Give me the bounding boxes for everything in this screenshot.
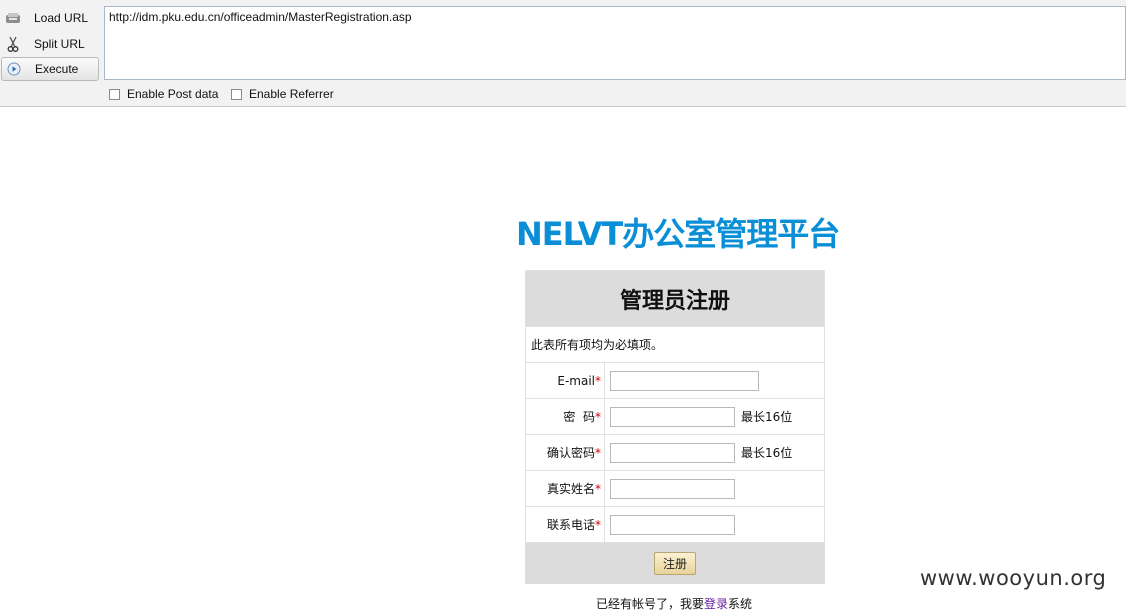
- enable-referrer-checkbox[interactable]: [231, 88, 242, 100]
- enable-post-data-checkbox[interactable]: [109, 88, 120, 100]
- confirm-password-hint: 最长16位: [741, 446, 793, 460]
- required-mark: *: [595, 446, 601, 460]
- real-name-row: 真实姓名*: [525, 470, 825, 507]
- play-icon: [6, 61, 22, 77]
- load-url-label: Load URL: [34, 11, 89, 25]
- email-field[interactable]: [610, 370, 759, 391]
- split-url-button[interactable]: Split URL: [1, 32, 99, 56]
- required-mark: *: [595, 373, 601, 388]
- confirm-password-field[interactable]: [610, 442, 735, 463]
- execute-label: Execute: [35, 62, 79, 76]
- password-field[interactable]: [610, 406, 735, 427]
- enable-post-data-option[interactable]: Enable Post data: [109, 87, 218, 101]
- phone-label: 联系电话: [546, 518, 595, 532]
- confirm-password-label: 确认密码: [546, 446, 595, 460]
- registration-form: 管理员注册 此表所有项均为必填项。 E-mail* 密 码* 最长16位 确认密…: [525, 270, 825, 584]
- real-name-label: 真实姓名: [546, 482, 595, 496]
- login-prompt-prefix: 已经有帐号了，我要: [596, 597, 705, 611]
- required-mark: *: [595, 518, 601, 532]
- required-note: 此表所有项均为必填项。: [525, 326, 825, 363]
- watermark: www.wooyun.org: [920, 566, 1107, 590]
- load-url-icon: [5, 10, 21, 26]
- split-url-label: Split URL: [34, 37, 85, 51]
- confirm-password-row: 确认密码* 最长16位: [525, 434, 825, 471]
- login-link[interactable]: 登录: [704, 597, 728, 611]
- register-button[interactable]: 注册: [653, 551, 696, 575]
- enable-referrer-option[interactable]: Enable Referrer: [231, 87, 334, 101]
- url-textarea[interactable]: http://idm.pku.edu.cn/officeadmin/Master…: [104, 6, 1126, 80]
- password-row: 密 码* 最长16位: [525, 398, 825, 435]
- email-row: E-mail*: [525, 362, 825, 399]
- password-label: 密 码: [563, 410, 595, 424]
- load-url-button[interactable]: Load URL: [1, 6, 99, 30]
- site-title: NELVT办公室管理平台: [516, 215, 840, 253]
- required-mark: *: [595, 482, 601, 496]
- required-mark: *: [595, 410, 601, 424]
- phone-row: 联系电话*: [525, 506, 825, 543]
- execute-button[interactable]: Execute: [1, 57, 99, 81]
- phone-field[interactable]: [610, 514, 735, 535]
- url-value: http://idm.pku.edu.cn/officeadmin/Master…: [109, 10, 412, 24]
- real-name-field[interactable]: [610, 478, 735, 499]
- enable-referrer-label: Enable Referrer: [249, 87, 334, 101]
- form-title: 管理员注册: [525, 270, 825, 327]
- login-prompt: 已经有帐号了，我要登录系统: [596, 595, 752, 612]
- password-hint: 最长16位: [741, 410, 793, 424]
- login-prompt-suffix: 系统: [728, 597, 753, 611]
- hackbar-toolbar: Load URL Split URL Execute http://idm.pk…: [0, 0, 1126, 107]
- scissors-icon: [5, 36, 21, 52]
- enable-post-data-label: Enable Post data: [127, 87, 219, 101]
- email-label: E-mail: [557, 373, 595, 388]
